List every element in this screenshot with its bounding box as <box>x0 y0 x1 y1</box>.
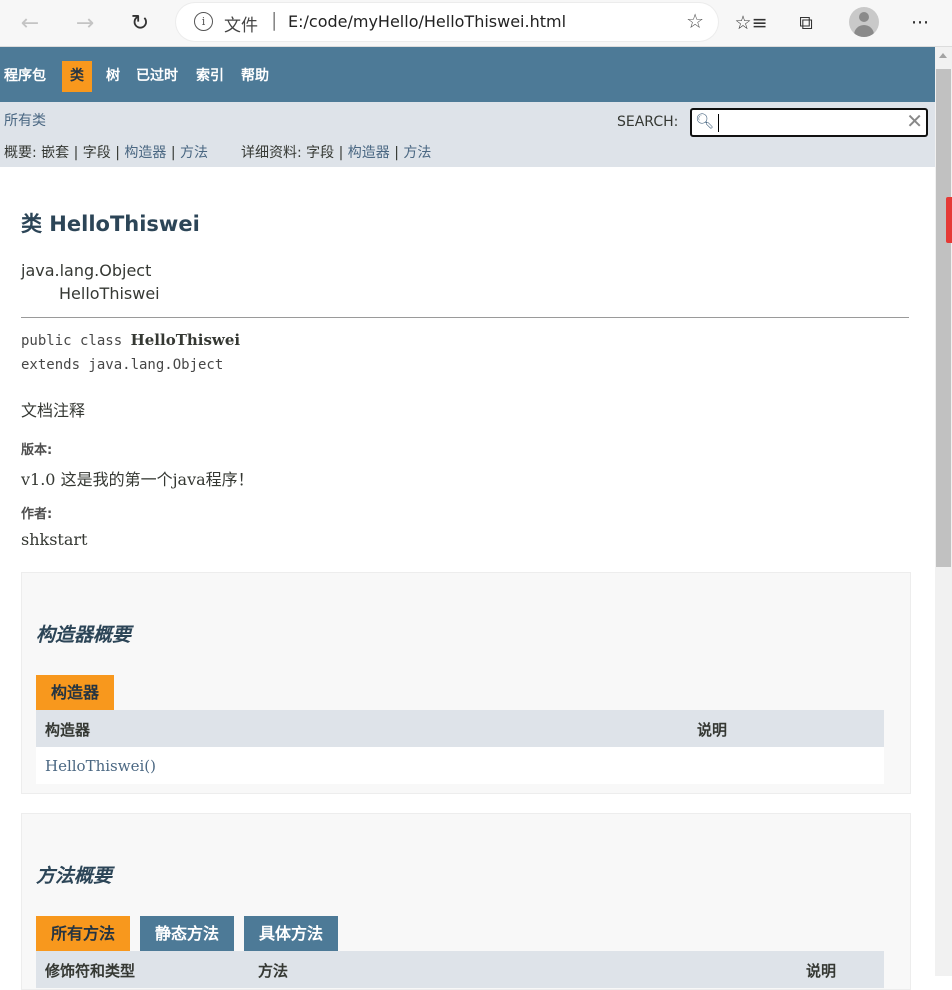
col-constructor: 构造器 <box>45 721 91 739</box>
method-summary-heading: 方法概要 <box>36 865 113 887</box>
decl-prefix: public class <box>21 333 131 349</box>
constructor-summary-heading: 构造器概要 <box>36 624 132 646</box>
more-menu-button[interactable]: ··· <box>905 8 935 38</box>
version-label: 版本: <box>21 443 53 458</box>
inheritance-root: java.lang.Object <box>21 261 152 280</box>
class-title: 类 HelloThiswei <box>21 212 200 236</box>
url-text[interactable]: E:/code/myHello/HelloThiswei.html <box>288 12 566 31</box>
constructor-summary-panel: 构造器概要 构造器 构造器 说明 HelloThiswei() <box>21 572 911 794</box>
address-bar[interactable]: i 文件 | E:/code/myHello/HelloThiswei.html… <box>176 3 718 41</box>
collections-button[interactable]: ⧉ <box>791 8 821 38</box>
nav-package[interactable]: 程序包 <box>4 61 46 92</box>
scrollbar-thumb[interactable] <box>936 69 951 567</box>
constructor-signature: HelloThiswei() <box>45 757 156 775</box>
decl-class-name: HelloThiswei <box>130 331 241 349</box>
address-file-label: 文件 <box>224 16 258 36</box>
col-description: 说明 <box>697 721 728 739</box>
table-row: HelloThiswei() <box>36 747 884 784</box>
constructor-link[interactable]: HelloThiswei <box>45 757 144 775</box>
summary-field: 字段 <box>82 145 111 161</box>
arrow-left-icon: ← <box>20 10 40 36</box>
summary-nested: 嵌套 <box>41 145 70 161</box>
separator: | <box>115 145 120 161</box>
arrow-right-icon: → <box>75 10 95 36</box>
forward-button[interactable]: → <box>69 7 101 39</box>
method-table-header: 修饰符和类型 方法 说明 <box>36 951 884 988</box>
text-caret <box>718 114 719 132</box>
detail-field: 字段 <box>306 145 335 161</box>
constructor-params: () <box>144 757 156 775</box>
divider <box>21 317 909 318</box>
author-value: shkstart <box>21 530 88 549</box>
vertical-scrollbar[interactable] <box>935 47 952 976</box>
search-input[interactable]: 🔍︎ ✕ <box>690 108 928 137</box>
separator: | <box>338 145 344 161</box>
tab-concrete-methods[interactable]: 具体方法 <box>244 916 339 951</box>
author-label: 作者: <box>21 507 53 522</box>
separator: | <box>170 145 176 161</box>
method-summary-panel: 方法概要 所有方法 静态方法 具体方法 修饰符和类型 方法 说明 <box>21 813 911 990</box>
collections-icon: ⧉ <box>799 12 813 34</box>
scroll-up-icon[interactable] <box>939 53 947 58</box>
search-icon: 🔍︎ <box>695 112 715 130</box>
separator: | <box>394 145 399 161</box>
info-icon[interactable]: i <box>194 12 213 31</box>
col-method: 方法 <box>258 962 289 980</box>
detail-constructor-link[interactable]: 构造器 <box>348 145 390 161</box>
favorites-list-icon: ☆≡ <box>734 12 768 34</box>
nav-deprecated[interactable]: 已过时 <box>136 61 178 92</box>
class-extends: extends java.lang.Object <box>21 357 224 373</box>
summary-constructor-link[interactable]: 构造器 <box>124 145 166 161</box>
top-navigation: 程序包 类 树 已过时 索引 帮助 <box>0 47 935 102</box>
scroll-marker <box>946 197 952 243</box>
tab-static-methods[interactable]: 静态方法 <box>140 916 235 951</box>
col-description: 说明 <box>806 962 837 980</box>
refresh-icon: ↻ <box>130 10 150 36</box>
favorites-button[interactable]: ☆≡ <box>734 8 768 38</box>
inheritance-child: HelloThiswei <box>59 284 160 303</box>
nav-help[interactable]: 帮助 <box>241 61 269 92</box>
tab-all-methods[interactable]: 所有方法 <box>36 916 131 951</box>
summary-method-link[interactable]: 方法 <box>180 145 208 161</box>
all-classes-link[interactable]: 所有类 <box>4 110 46 130</box>
refresh-button[interactable]: ↻ <box>124 7 156 39</box>
add-favorite-icon[interactable]: ☆ <box>686 9 704 33</box>
search-label: SEARCH: <box>617 114 679 130</box>
nav-class: 类 <box>62 61 92 92</box>
constructor-table-header: 构造器 说明 <box>36 710 884 747</box>
summary-label: 概要: <box>4 145 37 161</box>
detail-method-link[interactable]: 方法 <box>403 145 431 161</box>
version-value: v1.0 这是我的第一个java程序！ <box>21 470 254 489</box>
more-dots-icon: ··· <box>910 12 930 34</box>
nav-index[interactable]: 索引 <box>196 61 224 92</box>
detail-label: 详细资料: <box>240 145 302 161</box>
summary-links: 概要: 嵌套 | 字段 | 构造器 | 方法 详细资料: 字段 | 构造器 | … <box>4 142 431 162</box>
back-button[interactable]: ← <box>14 7 46 39</box>
sub-navigation: 所有类 SEARCH: 🔍︎ ✕ 概要: 嵌套 | 字段 | 构造器 | 方法 … <box>0 102 935 167</box>
separator: | <box>73 145 79 161</box>
tab-constructors[interactable]: 构造器 <box>36 675 115 710</box>
doc-comment: 文档注释 <box>21 401 86 420</box>
address-separator: | <box>271 9 278 31</box>
col-modifier-type: 修饰符和类型 <box>45 962 136 980</box>
profile-avatar[interactable] <box>849 7 879 37</box>
nav-tree[interactable]: 树 <box>106 61 120 92</box>
class-declaration: public class HelloThiswei <box>21 331 240 349</box>
browser-toolbar: ← → ↻ i 文件 | E:/code/myHello/HelloThiswe… <box>0 0 952 47</box>
clear-search-icon[interactable]: ✕ <box>906 109 923 133</box>
